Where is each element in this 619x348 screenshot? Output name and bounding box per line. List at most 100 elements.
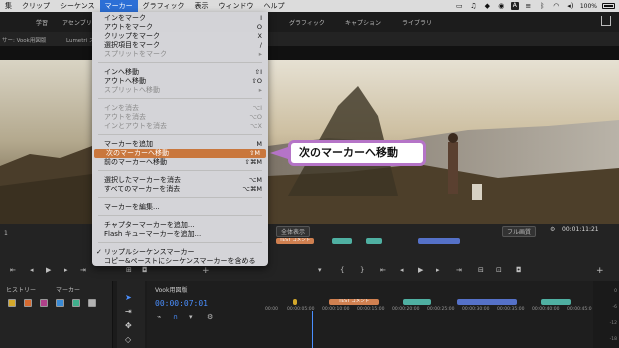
source-tab[interactable]: サー: Vook用図版 bbox=[2, 36, 46, 44]
menu-edit[interactable]: 集 bbox=[0, 0, 17, 12]
creative-cloud-icon[interactable]: ◉ bbox=[497, 2, 506, 10]
source-monitor[interactable] bbox=[0, 46, 92, 240]
swatch-blue[interactable] bbox=[56, 299, 64, 307]
menu-item-label: インとアウトを消去 bbox=[104, 122, 167, 130]
tab-markers[interactable]: マーカー bbox=[56, 285, 80, 294]
menu-item-mark-selection[interactable]: 選択項目をマーク / bbox=[92, 41, 268, 50]
add-button-icon[interactable]: + bbox=[202, 266, 210, 276]
go-out-icon[interactable]: ⇥ bbox=[80, 266, 86, 274]
menu-clip[interactable]: クリップ bbox=[17, 0, 55, 12]
menu-graphics[interactable]: グラフィック bbox=[138, 0, 190, 12]
program-timecode: 00:01:11:21 bbox=[562, 226, 599, 233]
insert-icon[interactable]: ⊞ bbox=[126, 266, 132, 274]
menu-item-ripple-sequence-markers[interactable]: ✓ リップルシーケンスマーカー bbox=[92, 248, 268, 257]
menu-item-add-marker[interactable]: マーカーを追加 M bbox=[92, 140, 268, 149]
lift-icon[interactable]: ⊟ bbox=[478, 266, 484, 274]
menu-item-add-flash-cue-marker[interactable]: Flash キューマーカーを追加... bbox=[92, 230, 268, 239]
zoom-level-select[interactable]: 全体表示 bbox=[276, 226, 311, 237]
menu-item-go-to-previous-marker[interactable]: 前のマーカーへ移動 ⇧⌘M bbox=[92, 158, 268, 167]
input-source-icon[interactable]: A bbox=[510, 2, 519, 10]
go-to-out-icon[interactable]: ⇥ bbox=[456, 266, 462, 274]
shortcut: O bbox=[256, 23, 262, 31]
workspace-tab-libraries[interactable]: ライブラリ bbox=[402, 18, 432, 27]
menu-item-clear-all-markers[interactable]: すべてのマーカーを消去 ⌥⌘M bbox=[92, 185, 268, 194]
menu-item-clear-selected-marker[interactable]: 選択したマーカーを消去 ⌥M bbox=[92, 176, 268, 185]
play-program-icon[interactable]: ▶ bbox=[418, 266, 423, 274]
menu-view[interactable]: 表示 bbox=[190, 0, 214, 12]
quality-select[interactable]: フル画質 bbox=[502, 226, 537, 237]
marker-clip-teal-1[interactable] bbox=[332, 238, 352, 244]
ripple-edit-icon[interactable]: ✥ bbox=[125, 321, 132, 330]
swatch-gray[interactable] bbox=[88, 299, 96, 307]
screen-icon[interactable]: ▭ bbox=[455, 2, 464, 10]
menu-item-add-chapter-marker[interactable]: チャプターマーカーを追加... bbox=[92, 221, 268, 230]
menu-item-go-to-out[interactable]: アウトへ移動 ⇧O bbox=[92, 77, 268, 86]
menu-item-label: マーカーを編集... bbox=[104, 203, 160, 211]
razor-tool-icon[interactable]: ◇ bbox=[125, 335, 131, 344]
timeline-timecode[interactable]: 00:00:07:01 bbox=[155, 299, 208, 308]
workspace-tab-graphics[interactable]: グラフィック bbox=[289, 18, 325, 27]
camera-icon[interactable]: ◘ bbox=[142, 266, 148, 274]
step-forward-icon[interactable]: ▸ bbox=[64, 266, 68, 274]
timeline-settings-icon[interactable]: ⚙ bbox=[207, 313, 213, 321]
linked-selection-icon[interactable]: ∩ bbox=[173, 313, 178, 321]
export-frame-icon[interactable]: ◘ bbox=[516, 266, 522, 274]
menu-extra-icon[interactable]: ≡ bbox=[524, 2, 533, 10]
swatch-teal[interactable] bbox=[72, 299, 80, 307]
menu-help[interactable]: ヘルプ bbox=[259, 0, 290, 12]
workspace-tab-captions[interactable]: キャプション bbox=[345, 18, 381, 27]
source-timecode[interactable]: 1 bbox=[4, 230, 8, 237]
lumetri-tab[interactable]: Lumetri ス bbox=[66, 36, 94, 44]
track-select-icon[interactable]: ⇥ bbox=[125, 307, 132, 316]
marker-icon[interactable]: ▾ bbox=[318, 266, 322, 274]
marker-clip-blue[interactable] bbox=[418, 238, 460, 244]
step-forward-program-icon[interactable]: ▸ bbox=[436, 266, 440, 274]
menu-item-mark-in[interactable]: インをマーク I bbox=[92, 14, 268, 23]
workspace-tab-assembly[interactable]: アセンブリ bbox=[62, 18, 92, 27]
bluetooth-icon[interactable]: ᛒ bbox=[538, 2, 547, 10]
menu-item-edit-marker[interactable]: マーカーを編集... bbox=[92, 203, 268, 212]
snap-icon[interactable]: ⌁ bbox=[157, 313, 161, 321]
menu-item-mark-out[interactable]: アウトをマーク O bbox=[92, 23, 268, 32]
go-to-in-icon[interactable]: ⇤ bbox=[380, 266, 386, 274]
step-back-icon[interactable]: ◂ bbox=[30, 266, 34, 274]
add-program-button-icon[interactable]: + bbox=[596, 266, 604, 276]
mark-in-program-icon[interactable]: { bbox=[340, 266, 344, 274]
extract-icon[interactable]: ⊡ bbox=[496, 266, 502, 274]
ruler-label: 00:00:05:00 bbox=[287, 307, 315, 312]
workspace-tab-learn[interactable]: 学習 bbox=[36, 18, 48, 27]
selection-tool-icon[interactable]: ➤ bbox=[125, 293, 132, 302]
menu-item-mark-clip[interactable]: クリップをマーク X bbox=[92, 32, 268, 41]
wrench-icon[interactable]: ⚙ bbox=[550, 226, 555, 233]
step-back-program-icon[interactable]: ◂ bbox=[400, 266, 404, 274]
volume-icon[interactable]: ◂) bbox=[566, 2, 575, 10]
wifi-icon[interactable]: ◠ bbox=[552, 2, 561, 10]
menu-window[interactable]: ウィンドウ bbox=[214, 0, 259, 12]
shortcut: ⌥I bbox=[252, 104, 262, 112]
playhead[interactable] bbox=[312, 311, 313, 348]
sequence-tab[interactable]: Vook用図版 bbox=[155, 285, 187, 294]
timeline-panel[interactable]: Vook用図版 00:00:07:01 ⌁ ∩ ▾ ⚙ TEST コメント 00… bbox=[147, 281, 593, 348]
shortcut: / bbox=[259, 41, 262, 49]
menu-marker[interactable]: マーカー bbox=[99, 0, 138, 12]
play-icon[interactable]: ▶ bbox=[46, 266, 51, 274]
menu-item-go-to-in[interactable]: インへ移動 ⇧I bbox=[92, 68, 268, 77]
mark-out-program-icon[interactable]: } bbox=[360, 266, 364, 274]
menu-item-go-to-next-marker[interactable]: 次のマーカーへ移動 ⇧M bbox=[94, 149, 266, 158]
tab-history[interactable]: ヒストリー bbox=[6, 285, 36, 294]
menu-sequence[interactable]: シーケンス bbox=[55, 0, 100, 12]
swatch-orange[interactable] bbox=[24, 299, 32, 307]
swatch-magenta[interactable] bbox=[40, 299, 48, 307]
share-icon[interactable] bbox=[601, 16, 611, 26]
ruler-label: 00:00:20:00 bbox=[392, 307, 420, 312]
headphones-icon[interactable]: ♫ bbox=[469, 2, 478, 10]
timeline-ruler[interactable]: 00:00 00:00:05:00 00:00:10:00 00:00:15:0… bbox=[265, 305, 593, 315]
marker-test-comment[interactable]: TEST コメント bbox=[276, 238, 314, 244]
marker-clip-teal-2[interactable] bbox=[366, 238, 382, 244]
battery-icon[interactable] bbox=[602, 3, 615, 9]
swatch-yellow[interactable] bbox=[8, 299, 16, 307]
dropbox-icon[interactable]: ◆ bbox=[483, 2, 492, 10]
mark-in-icon[interactable]: ⇤ bbox=[10, 266, 16, 274]
menu-item-copy-paste-include-markers[interactable]: コピー&ペーストにシーケンスマーカーを含める bbox=[92, 257, 268, 266]
add-marker-icon[interactable]: ▾ bbox=[189, 313, 193, 321]
